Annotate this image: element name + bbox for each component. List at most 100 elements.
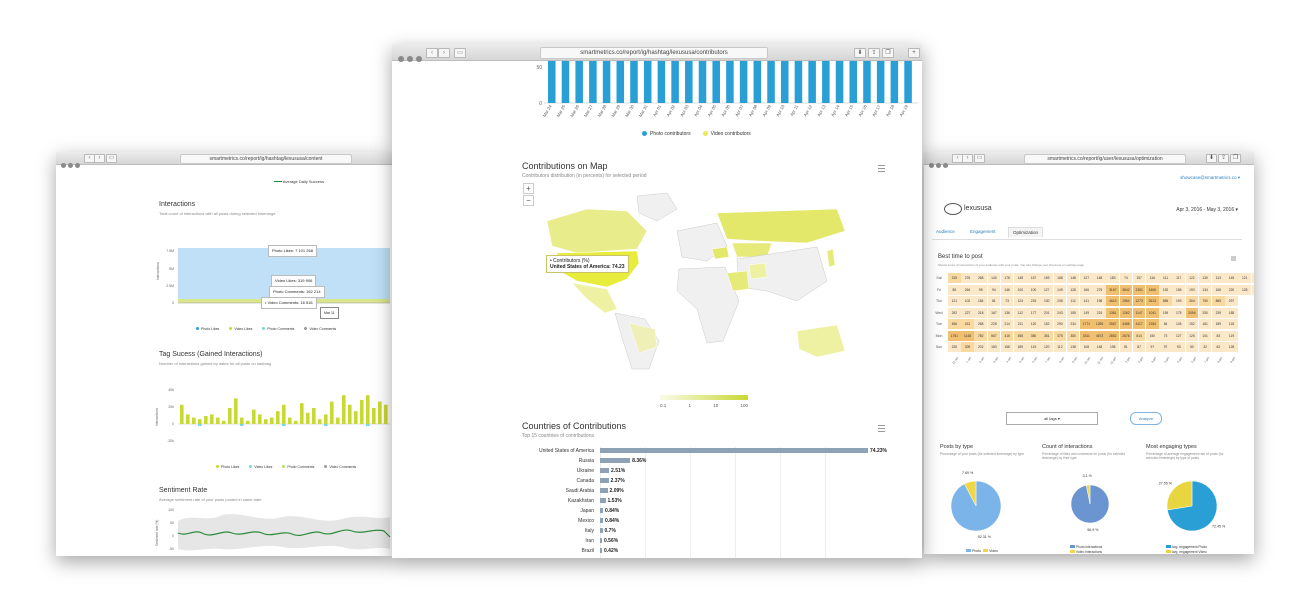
heatmap-cell: 1751	[948, 330, 961, 341]
video-swatch-icon	[983, 549, 989, 552]
country-bar	[600, 528, 603, 533]
photo-contributors-bar	[890, 61, 899, 103]
legend-photo-likes[interactable]: Photo Likes	[216, 465, 239, 469]
contributors-legend: Photo contributors Video contributors	[642, 131, 751, 137]
tab-engagement[interactable]: Engagement	[966, 227, 1000, 236]
hour-label: 9 pm	[1229, 355, 1237, 364]
download-icon[interactable]: ⬇	[854, 48, 866, 58]
heatmap-cell: 102	[961, 296, 974, 306]
forward-button[interactable]: ›	[962, 154, 973, 163]
hour-label: 5 pm	[1176, 355, 1184, 364]
heatmap-cell: 290	[1053, 319, 1067, 329]
count-of-interactions-title: Count of interactions	[1042, 444, 1093, 450]
tag-success-bar	[330, 401, 334, 424]
map-menu-icon[interactable]	[878, 165, 885, 172]
legend-video-likes[interactable]: Video Likes	[249, 465, 272, 469]
heatmap-cell: 2667	[1106, 319, 1120, 329]
heatmap-cell: 185	[1251, 284, 1254, 295]
new-tab-button[interactable]: +	[908, 48, 920, 58]
date-range-picker[interactable]: Apr 3, 2016 - May 3, 2016 ▾	[1176, 207, 1238, 213]
country-bar-row[interactable]: Brazil 0.42%	[526, 547, 618, 554]
hour-label: 12 am	[951, 355, 960, 365]
sidebar-toggle-icon[interactable]: ▭	[106, 154, 117, 163]
day-label: Mon	[935, 333, 943, 338]
tag-success-bar	[354, 411, 358, 424]
forward-button[interactable]: ›	[438, 48, 450, 58]
tag-success-subtitle: Number of interactions gained by dates f…	[159, 361, 272, 366]
legend-video-comments[interactable]: Video Comments	[304, 327, 336, 331]
country-bar-row[interactable]: Japan 0.84%	[526, 507, 619, 514]
address-bar[interactable]: smartmetrics.co/report/ig/hashtag/lexusu…	[540, 47, 768, 59]
y-tick: 7.5M	[166, 249, 174, 253]
dot-icon	[262, 327, 266, 330]
legend-photo-contributors[interactable]: Photo contributors	[642, 131, 691, 137]
day-label: Sun	[935, 345, 943, 349]
heatmap-cell: 782	[974, 330, 988, 341]
heatmap-cell: 177	[1027, 307, 1040, 318]
legend-video-contributors[interactable]: Video contributors	[702, 131, 751, 137]
tab-optimization[interactable]: Optimization	[1008, 227, 1044, 238]
photo-contributors-bar	[616, 61, 625, 103]
legend-photo-comments[interactable]: Photo Comments	[282, 465, 314, 469]
share-icon[interactable]: ⇪	[868, 48, 880, 58]
country-bar-row[interactable]: Iran 0.56%	[526, 537, 618, 544]
heatmap-cell: 62	[1212, 342, 1225, 352]
menu-icon[interactable]	[1231, 256, 1236, 261]
country-bar-row[interactable]: Russia 8.36%	[526, 457, 647, 464]
tag-success-bar	[336, 417, 340, 424]
back-button[interactable]: ‹	[426, 48, 438, 58]
sidebar-toggle-icon[interactable]: ▭	[974, 154, 985, 163]
address-bar[interactable]: smartmetrics.co/report/ig/user/lexususa/…	[1024, 154, 1186, 164]
world-map	[546, 192, 846, 370]
account-menu[interactable]: showcase@smartmetrics.co ▾	[1180, 175, 1240, 181]
country-bar-row[interactable]: Ukraine 2.51%	[526, 467, 625, 474]
heatmap-cell: 95	[974, 284, 988, 295]
heatmap-cell: 112	[1066, 296, 1080, 306]
tabs-icon[interactable]: ❐	[1230, 154, 1241, 163]
country-bar-row[interactable]: Mexico 0.84%	[526, 517, 619, 524]
country-bar-row[interactable]: Kazakhstan 1.53%	[526, 497, 622, 504]
y-tick: 5M	[169, 267, 174, 271]
country-label: Mexico	[578, 517, 594, 524]
day-label: Tue	[936, 322, 942, 326]
heatmap-cell: 113	[1212, 273, 1225, 283]
photo-contributors-bar	[767, 61, 775, 103]
download-icon[interactable]: ⬇	[1206, 154, 1217, 163]
sidebar-toggle-icon[interactable]: ▭	[454, 48, 466, 58]
countries-menu-icon[interactable]	[878, 425, 885, 432]
legend-photo-likes[interactable]: Photo Likes	[196, 327, 219, 331]
x-tick-label: Apr 05	[707, 103, 718, 117]
tab-audience[interactable]: Audience	[932, 227, 959, 236]
forward-button[interactable]: ›	[94, 154, 105, 163]
heatmap-cell: 814	[1132, 330, 1146, 341]
share-icon[interactable]: ⇪	[1218, 154, 1229, 163]
tag-success-bar	[342, 395, 346, 424]
heatmap-cell: 84	[1159, 319, 1172, 329]
sentiment-line-chart: Sentiment rate (%) 100 50 0 -50 -100	[155, 508, 391, 551]
country-bar-row[interactable]: Canada 2.37%	[526, 477, 624, 484]
dot-icon	[282, 465, 286, 468]
analyze-button[interactable]: Analyze	[1130, 412, 1162, 425]
country-bar-row[interactable]: United States of America 74.23%	[526, 447, 887, 454]
country-label: Brazil	[581, 547, 594, 554]
country-bar-row[interactable]: Saudi Arabia 2.09%	[526, 487, 624, 494]
tabs-icon[interactable]: ❐	[882, 48, 894, 58]
y-tick: -20k	[167, 439, 174, 443]
heatmap-cell: 276	[961, 273, 974, 283]
country-bar-row[interactable]: Italy 0.7%	[526, 527, 616, 534]
heatmap-cell: 140	[987, 273, 1001, 283]
heatmap-cell: 292	[948, 307, 961, 318]
heatmap-cell: 2184	[1146, 319, 1159, 329]
legend-video-comments[interactable]: Video Comments	[324, 465, 356, 469]
address-bar[interactable]: smartmetrics.co/report/ig/hashtag/lexusu…	[180, 154, 352, 164]
legend-photo-comments[interactable]: Photo Comments	[262, 327, 294, 331]
tag-success-bar	[180, 404, 184, 424]
heatmap-cell: 1606	[1146, 284, 1159, 295]
legend-video-likes[interactable]: Video Likes	[229, 327, 252, 331]
tag-filter-select[interactable]: all tags ▾	[1006, 412, 1098, 425]
x-tick-label: Apr 08	[748, 103, 759, 117]
heatmap-cell: 201	[1040, 307, 1054, 318]
y-tick: 50	[536, 65, 542, 71]
photo-contributors-bar	[575, 61, 583, 103]
x-tick-label: Mar 25	[555, 103, 566, 117]
